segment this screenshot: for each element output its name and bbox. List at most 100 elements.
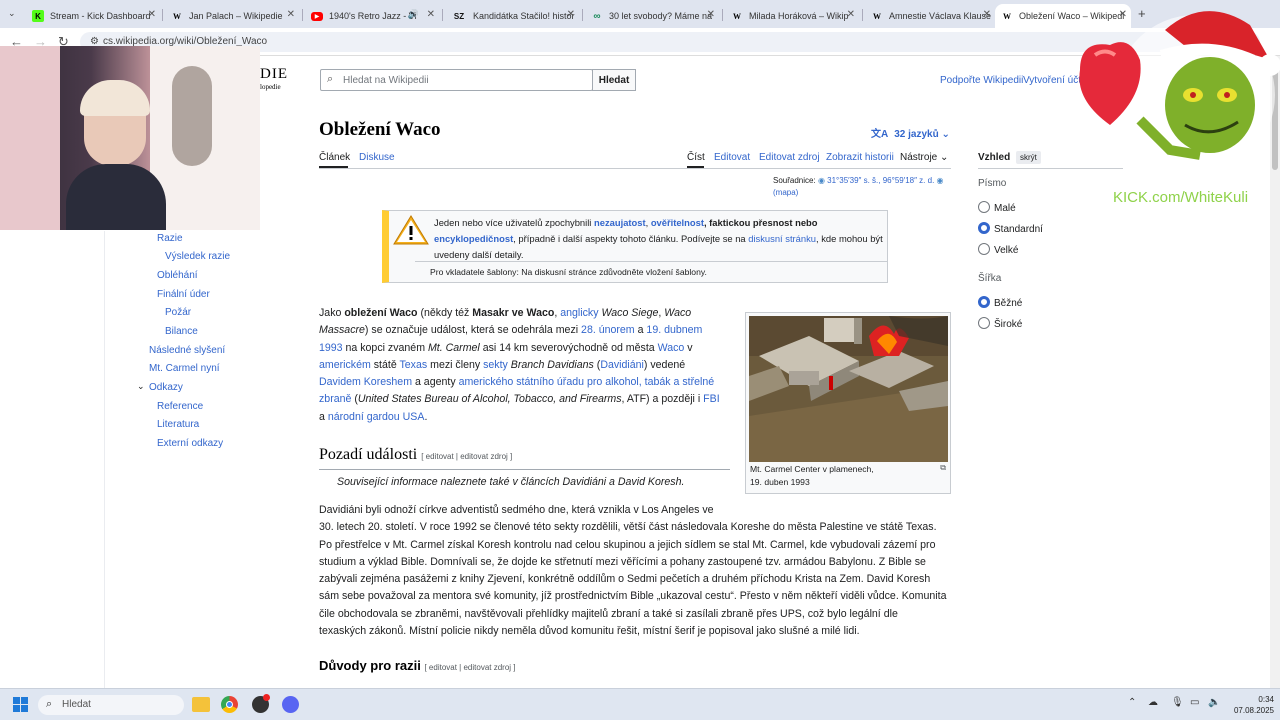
intro-paragraph: Jako obležení Waco (někdy též Masakr ve … <box>319 305 739 426</box>
text-line: 30. letech 20. století. V roce 1992 se č… <box>319 521 937 534</box>
clock[interactable]: 0:34 <box>1246 695 1274 704</box>
width-wide-radio[interactable] <box>978 317 990 329</box>
donate-link[interactable]: Podpořte Wikipedii <box>940 75 1023 86</box>
toc-divider <box>104 231 105 688</box>
toc-item[interactable]: Bilance <box>165 326 198 337</box>
toc-item[interactable]: Razie <box>157 233 183 244</box>
section-paragraph: Davidiáni byli odnoží církve adventistů … <box>319 502 959 640</box>
search-input[interactable]: Hledat na Wikipedii <box>320 69 593 91</box>
tab-30-let-svobody[interactable]: ∞ 30 let svobody? Máme na ✕ <box>585 4 719 28</box>
hide-button[interactable]: skrýt <box>1016 151 1041 164</box>
text-line: texaských zákonů. Místní policie nikdy n… <box>319 625 860 638</box>
toc-collapse-chevron-icon[interactable]: ⌄ <box>137 381 145 392</box>
tab-edit[interactable]: Editovat <box>714 152 750 163</box>
tab-article[interactable]: Článek <box>319 152 350 163</box>
taskbar-search[interactable]: Hledat <box>38 695 184 715</box>
globe-icon: ◉ <box>817 176 825 185</box>
link[interactable]: Texas <box>399 359 427 371</box>
font-size-label: Písmo <box>978 178 1007 189</box>
appearance-title: Vzhled <box>978 152 1011 163</box>
link[interactable]: anglicky <box>560 307 598 319</box>
close-tab-icon[interactable]: ✕ <box>847 9 855 20</box>
link[interactable]: americkém <box>319 359 371 371</box>
tab-edit-source[interactable]: Editovat zdroj <box>759 152 820 163</box>
font-standard-label: Standardní <box>994 224 1043 235</box>
toc-item[interactable]: Požár <box>165 307 191 318</box>
font-large-label: Velké <box>994 245 1019 256</box>
toc-item[interactable]: Finální úder <box>157 289 210 300</box>
tab-retro-jazz[interactable]: ▶ 1940's Retro Jazz - Vi 🔊 ✕ <box>305 4 439 28</box>
close-tab-icon[interactable]: ✕ <box>707 9 715 20</box>
discord-icon[interactable] <box>282 696 299 713</box>
close-tab-icon[interactable]: ✕ <box>983 9 991 20</box>
toc-item[interactable]: Mt. Carmel nyní <box>149 363 220 374</box>
tools-menu[interactable]: Nástroje ⌄ <box>900 152 948 163</box>
close-tab-icon[interactable]: ✕ <box>427 9 435 20</box>
windows-start-icon[interactable] <box>13 697 29 713</box>
toc-item[interactable]: Externí odkazy <box>157 438 223 449</box>
tab-milada-horakova[interactable]: W Milada Horáková – Wikip ✕ <box>725 4 859 28</box>
link[interactable]: Davidem Koreshem <box>319 376 412 388</box>
toc-item[interactable]: Následné slyšení <box>149 345 225 356</box>
obs-icon[interactable] <box>252 694 270 713</box>
mt-carmel-fire-photo[interactable] <box>749 316 948 462</box>
section-edit-links[interactable]: [ editovat | editovat zdroj ] <box>421 452 512 461</box>
close-tab-icon[interactable]: ✕ <box>567 9 575 20</box>
link[interactable]: sekty <box>483 359 508 371</box>
tab-discussion[interactable]: Diskuse <box>359 152 395 163</box>
font-large-radio[interactable] <box>978 243 990 255</box>
display-icon[interactable]: ▭ <box>1190 697 1199 708</box>
plant <box>172 66 212 166</box>
file-explorer-icon[interactable] <box>192 697 210 712</box>
notice-part: , faktickou přesnost nebo <box>703 217 818 228</box>
toc-item[interactable]: Odkazy <box>149 382 183 393</box>
font-small-radio[interactable] <box>978 201 990 213</box>
link[interactable]: 1993 <box>319 342 343 354</box>
link[interactable]: 28. únorem <box>581 324 635 336</box>
tab-title: Jan Palach – Wikipedie <box>189 11 283 21</box>
language-button[interactable]: 文A 32 jazyků ⌄ <box>871 125 950 140</box>
notice-link[interactable]: diskusní stránku <box>748 233 816 244</box>
volume-icon[interactable]: 🔈 <box>1208 697 1220 708</box>
link[interactable]: národní gardou USA <box>328 411 425 423</box>
search-button[interactable]: Hledat <box>592 69 636 91</box>
link[interactable]: Davidiáni <box>600 359 644 371</box>
font-standard-radio[interactable] <box>978 222 990 234</box>
section-edit-links[interactable]: [ editovat | editovat zdroj ] <box>424 663 515 672</box>
cloud-icon[interactable]: ☁ <box>1148 697 1158 708</box>
link[interactable]: zbraně <box>319 393 351 405</box>
tab-title: Stream - Kick Dashboard <box>50 11 151 21</box>
tab-read[interactable]: Číst <box>687 152 705 163</box>
toc-item[interactable]: Výsledek razie <box>165 251 230 262</box>
link[interactable]: 19. dubnem <box>646 324 702 336</box>
chrome-icon[interactable] <box>221 696 238 713</box>
toc-item[interactable]: Literatura <box>157 419 199 430</box>
notice-link[interactable]: nezaujatost <box>594 217 646 228</box>
close-tab-icon[interactable]: ✕ <box>287 9 295 20</box>
width-normal-radio[interactable] <box>978 296 990 308</box>
notice-link[interactable]: encyklopedičnost <box>434 233 513 244</box>
youtube-icon: ▶ <box>311 11 323 21</box>
link[interactable]: Waco <box>658 342 685 354</box>
tab-history[interactable]: Zobrazit historii <box>826 152 894 163</box>
toc-item[interactable]: Obléhání <box>157 270 198 281</box>
tab-list-chevron-icon[interactable]: ⌄ <box>8 8 16 19</box>
tab-amnestie[interactable]: W Amnestie Václava Klause ✕ <box>865 4 995 28</box>
toc-item[interactable]: Reference <box>157 401 203 412</box>
notice-link[interactable]: ověřitelnost <box>651 217 704 228</box>
close-tab-icon[interactable]: ✕ <box>148 9 156 20</box>
text-line: Po přestřelce v Mt. Carmel získal Koresh… <box>319 538 936 551</box>
link[interactable]: FBI <box>703 393 719 405</box>
tab-kick-dashboard[interactable]: K Stream - Kick Dashboard ✕ <box>26 4 160 28</box>
microphone-icon[interactable]: 🎙 <box>1171 697 1184 708</box>
wiki-logo[interactable]: DIE <box>260 66 288 83</box>
tab-kandidatka[interactable]: SZ Kandidátka Stačilo! histor ✕ <box>445 4 579 28</box>
speaker-icon[interactable]: 🔊 <box>408 9 419 20</box>
coordinates-link[interactable]: 31°35′39″ s. š., 96°59′18″ z. d. <box>827 176 934 185</box>
link[interactable]: amerického státního úřadu pro alkohol, t… <box>459 376 715 388</box>
map-link[interactable]: (mapa) <box>773 188 798 197</box>
text-line: studium a výklad Bible. Domnívali se, že… <box>319 555 926 568</box>
enlarge-icon[interactable]: ⧉ <box>940 463 946 473</box>
tab-jan-palach[interactable]: W Jan Palach – Wikipedie ✕ <box>165 4 299 28</box>
tray-chevron-icon[interactable]: ⌃ <box>1128 697 1136 708</box>
